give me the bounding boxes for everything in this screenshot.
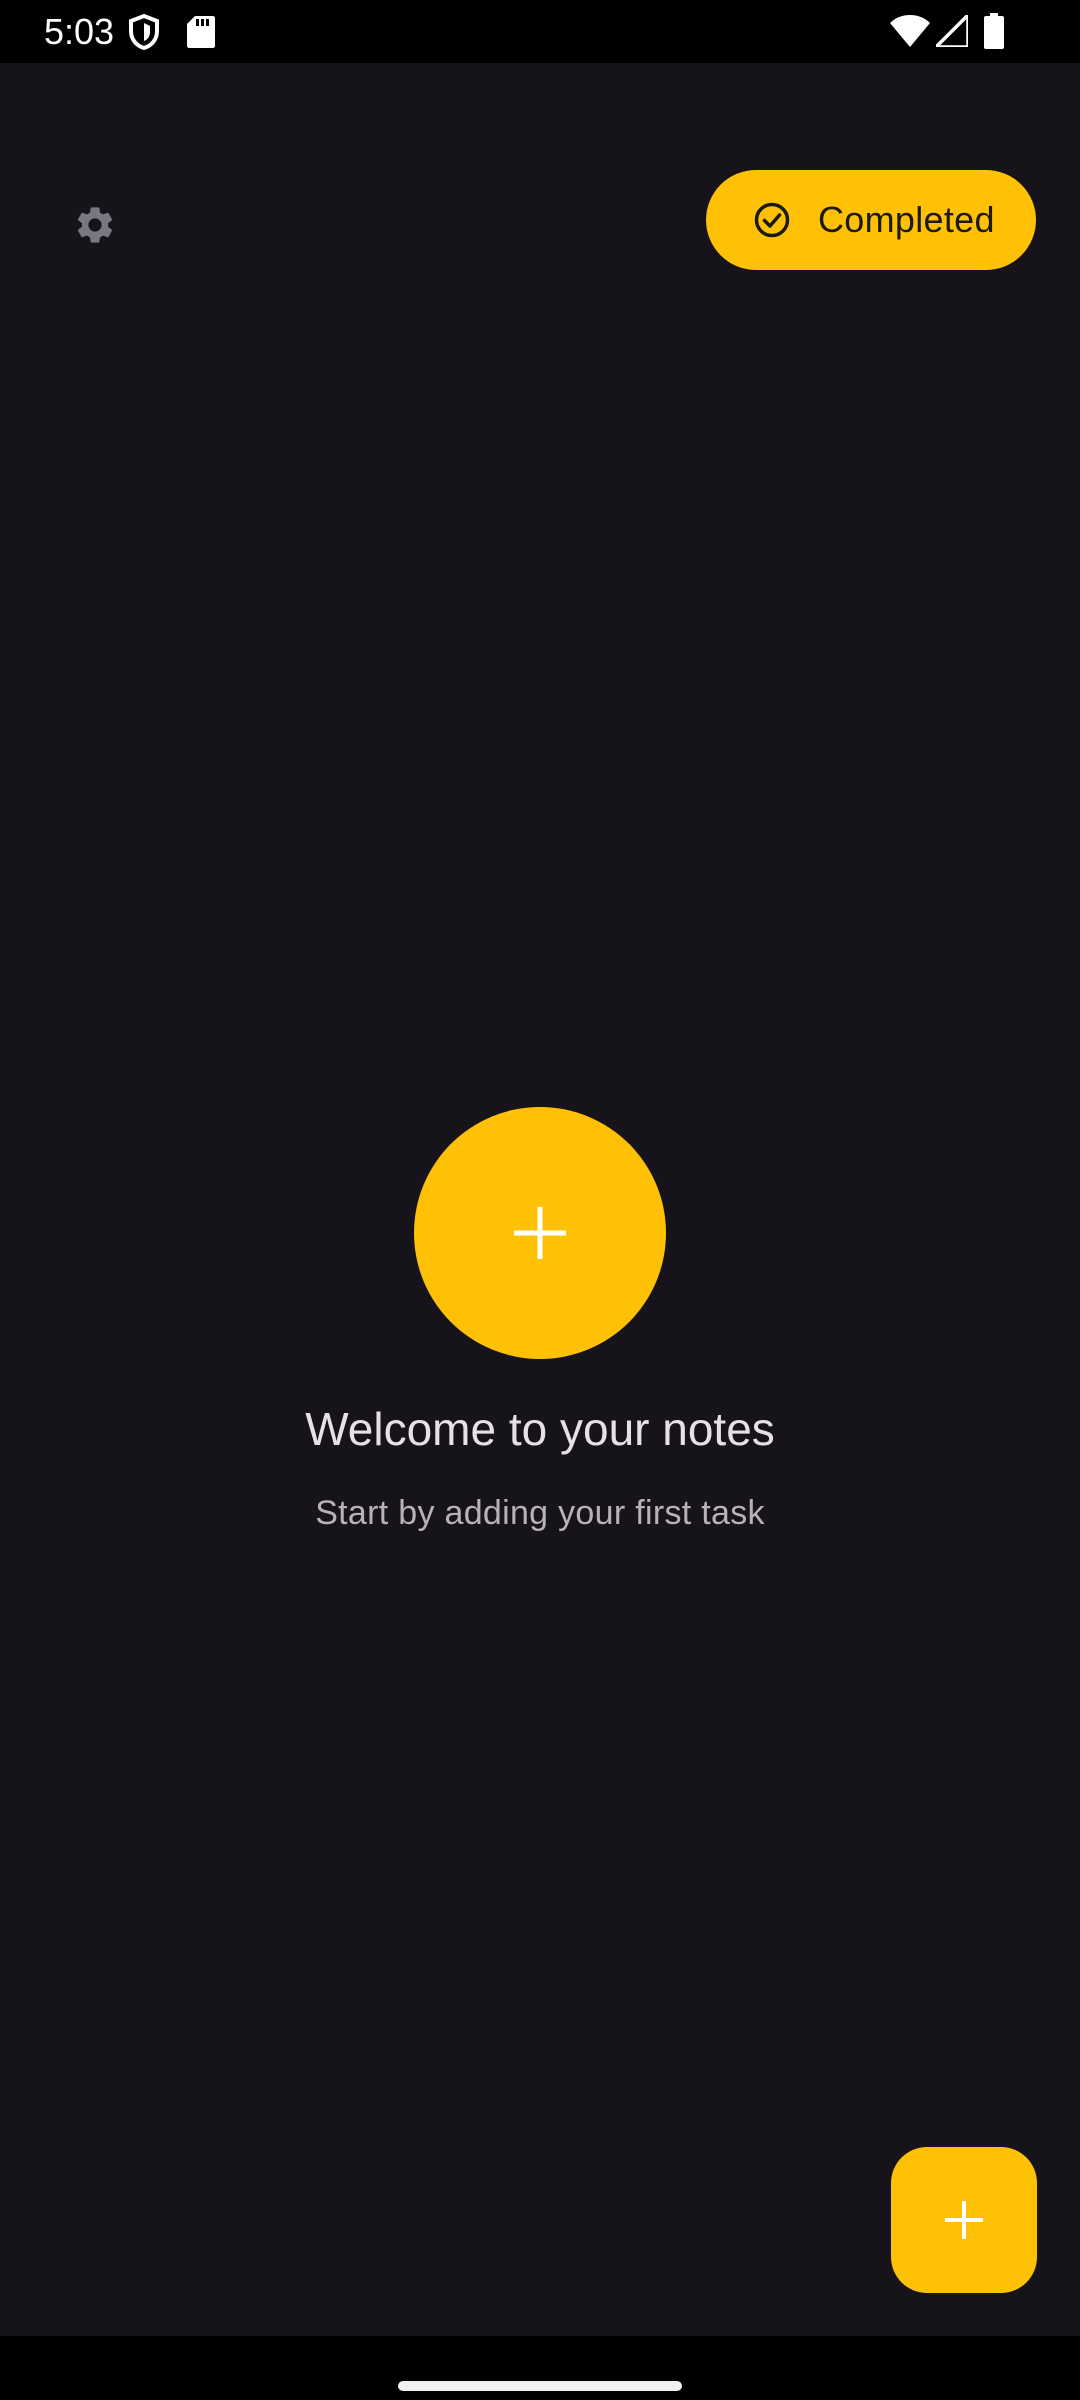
settings-button[interactable] bbox=[60, 190, 130, 260]
status-bar: 5:03 bbox=[0, 0, 1080, 63]
gear-icon bbox=[77, 207, 113, 243]
completed-filter-button[interactable]: Completed bbox=[706, 170, 1036, 270]
empty-state-title: Welcome to your notes bbox=[305, 1403, 775, 1455]
wifi-icon bbox=[890, 15, 930, 47]
battery-icon bbox=[984, 13, 1004, 49]
check-circle-icon bbox=[754, 202, 790, 238]
plus-icon bbox=[945, 2201, 983, 2239]
home-indicator[interactable] bbox=[398, 2381, 682, 2391]
add-task-fab[interactable] bbox=[891, 2147, 1037, 2293]
plus-icon bbox=[514, 1207, 566, 1259]
empty-state-subtitle: Start by adding your first task bbox=[315, 1494, 765, 1532]
completed-filter-label: Completed bbox=[818, 199, 995, 240]
empty-state-add-button[interactable] bbox=[414, 1107, 666, 1359]
app-screen: 5:03 Completed Welcome to your notes Sta… bbox=[0, 0, 1080, 2400]
cell-signal-icon bbox=[936, 15, 968, 47]
status-time: 5:03 bbox=[44, 11, 115, 52]
shield-icon bbox=[129, 14, 159, 50]
sd-card-icon bbox=[187, 16, 215, 48]
